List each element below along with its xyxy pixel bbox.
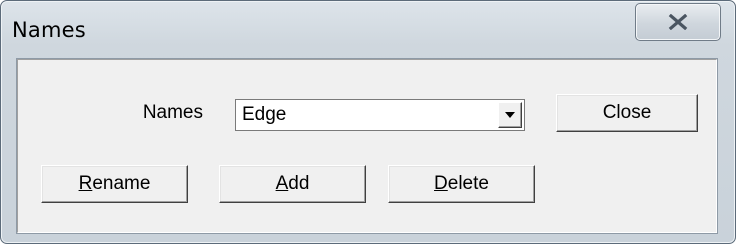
names-label: Names bbox=[142, 102, 203, 123]
add-button[interactable]: Add bbox=[219, 165, 366, 203]
title-bar[interactable]: Names bbox=[1, 1, 735, 55]
names-combobox-value: Edge bbox=[242, 104, 287, 125]
chevron-down-icon bbox=[505, 112, 515, 118]
delete-mnemonic: D bbox=[434, 173, 448, 194]
close-button[interactable]: Close bbox=[556, 94, 698, 132]
window-close-button[interactable] bbox=[635, 3, 721, 41]
window-title: Names bbox=[12, 18, 86, 42]
rename-button[interactable]: Rename bbox=[41, 165, 188, 203]
delete-button[interactable]: Delete bbox=[388, 165, 535, 203]
rename-button-label: ename bbox=[92, 173, 151, 194]
names-dialog: Names Names Edge Close Rename Add D elet… bbox=[0, 0, 736, 244]
add-button-label: dd bbox=[288, 173, 310, 194]
dialog-client-area: Names Edge Close Rename Add Delete bbox=[17, 59, 717, 233]
close-icon bbox=[668, 14, 688, 30]
delete-button-label: elete bbox=[447, 173, 489, 194]
add-mnemonic: A bbox=[275, 173, 289, 194]
names-combobox[interactable]: Edge bbox=[235, 99, 525, 131]
names-dropdown-button[interactable] bbox=[498, 102, 522, 128]
close-button-label: Close bbox=[602, 102, 652, 123]
rename-mnemonic: R bbox=[78, 173, 93, 194]
